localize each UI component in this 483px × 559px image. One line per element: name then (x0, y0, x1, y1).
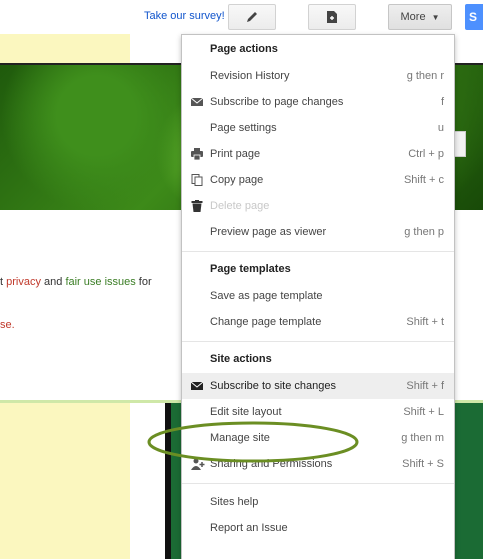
menu-item-shortcut: g then m (401, 432, 444, 444)
menu-item-shortcut: f (440, 96, 444, 108)
menu-item-shortcut: Shift + c (403, 174, 444, 186)
menu-item-label: Subscribe to site changes (210, 380, 336, 392)
menu-item-label: Sharing and Permissions (210, 458, 333, 470)
pencil-icon (247, 12, 257, 22)
menu-item-preview-as-viewer[interactable]: Preview page as viewer g then p (182, 219, 454, 245)
site-actions-title: Site actions (210, 353, 272, 365)
privacy-notice: t privacy and fair use issues for (0, 276, 152, 288)
menu-item-label: Subscribe to page changes (210, 96, 344, 108)
menu-item-label: Manage site (210, 432, 270, 444)
menu-item-shortcut: Shift + L (403, 406, 444, 418)
menu-item-edit-site-layout[interactable]: Edit site layout Shift + L (182, 399, 454, 425)
menu-item-label: Revision History (210, 70, 290, 82)
menu-item-save-template[interactable]: Save as page template (182, 283, 454, 309)
more-label: More (400, 11, 426, 23)
menu-separator (182, 251, 454, 252)
more-actions-menu: Page actions Revision History g then r S… (181, 34, 455, 559)
menu-item-label: Save as page template (210, 290, 323, 302)
privacy-link[interactable]: privacy (6, 276, 41, 288)
menu-item-shortcut: Shift + S (402, 458, 444, 470)
menu-separator (182, 341, 454, 342)
menu-item-sites-help[interactable]: Sites help (182, 489, 454, 515)
add-person-icon (191, 458, 205, 470)
privacy-and: and (40, 276, 66, 288)
chevron-down-icon: ▼ (431, 12, 440, 22)
menu-item-report-issue[interactable]: Report an Issue (182, 515, 454, 541)
menu-item-shortcut: Shift + f (406, 380, 444, 392)
copy-icon (191, 174, 203, 186)
share-button[interactable]: S (465, 4, 483, 30)
new-page-button[interactable] (308, 4, 356, 30)
footer-sidebar (0, 403, 130, 559)
header-sidebar (0, 34, 130, 64)
menu-item-label: Preview page as viewer (210, 226, 327, 238)
more-button[interactable]: More ▼ (388, 4, 452, 30)
menu-item-label: Page settings (210, 122, 277, 134)
printer-icon (191, 148, 203, 160)
menu-item-shortcut: g then r (406, 70, 444, 82)
menu-item-label: Change page template (210, 316, 322, 328)
menu-item-label: Sites help (210, 496, 259, 508)
menu-item-delete-page: Delete page (182, 193, 454, 219)
menu-separator (182, 483, 454, 484)
menu-item-copy-page[interactable]: Copy page Shift + c (182, 167, 454, 193)
menu-item-label: Print page (210, 148, 261, 160)
top-toolbar: Take our survey! More ▼ S (0, 0, 483, 34)
se-text: se. (0, 319, 15, 331)
menu-item-subscribe-site[interactable]: Subscribe to site changes Shift + f (182, 373, 454, 399)
menu-item-shortcut: Shift + t (406, 316, 444, 328)
menu-item-change-template[interactable]: Change page template Shift + t (182, 309, 454, 335)
menu-item-shortcut: Ctrl + p (408, 148, 444, 160)
fair-use-link[interactable]: fair use issues (65, 276, 135, 288)
menu-item-shortcut: u (437, 122, 444, 134)
edit-page-button[interactable] (228, 4, 276, 30)
menu-item-shortcut: g then p (404, 226, 444, 238)
menu-item-page-settings[interactable]: Page settings u (182, 115, 454, 141)
menu-item-manage-site[interactable]: Manage site g then m (182, 425, 454, 451)
survey-link[interactable]: Take our survey! (144, 10, 225, 22)
menu-item-label: Edit site layout (210, 406, 282, 418)
page-templates-title: Page templates (210, 263, 291, 275)
share-label: S (469, 10, 478, 24)
menu-item-label: Copy page (210, 174, 264, 186)
menu-item-revision-history[interactable]: Revision History g then r (182, 63, 454, 89)
mail-icon (191, 97, 203, 106)
menu-item-sharing-permissions[interactable]: Sharing and Permissions Shift + S (182, 451, 454, 477)
menu-item-label: Delete page (210, 200, 270, 212)
privacy-suffix: for (135, 276, 152, 288)
trash-icon (191, 200, 203, 212)
menu-item-print-page[interactable]: Print page Ctrl + p (182, 141, 454, 167)
page-actions-title: Page actions (210, 43, 278, 55)
menu-item-label: Report an Issue (210, 522, 288, 534)
mail-icon (191, 381, 203, 390)
menu-item-subscribe-page[interactable]: Subscribe to page changes f (182, 89, 454, 115)
new-page-icon (327, 11, 337, 23)
